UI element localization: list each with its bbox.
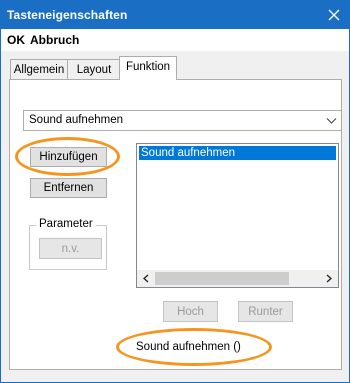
close-icon bbox=[328, 9, 340, 21]
menu-cancel[interactable]: Abbruch bbox=[30, 33, 79, 47]
function-summary: Sound aufnehmen () bbox=[136, 341, 241, 353]
menu-ok[interactable]: OK bbox=[7, 33, 25, 47]
chevron-left-icon bbox=[143, 274, 149, 283]
title-bar: Tasteneigenschaften bbox=[1, 1, 349, 29]
add-button[interactable]: Hinzufügen bbox=[30, 147, 107, 167]
close-button[interactable] bbox=[319, 1, 349, 29]
window-title: Tasteneigenschaften bbox=[7, 8, 128, 22]
list-item[interactable]: Sound aufnehmen bbox=[139, 146, 336, 160]
parameter-group-label: Parameter bbox=[36, 218, 96, 230]
function-list[interactable]: Sound aufnehmen bbox=[136, 143, 339, 288]
remove-button[interactable]: Entfernen bbox=[30, 178, 107, 198]
function-select[interactable]: Sound aufnehmen bbox=[23, 110, 342, 131]
properties-dialog: Tasteneigenschaften OK Abbruch Allgemein… bbox=[0, 0, 350, 383]
function-select-value: Sound aufnehmen bbox=[29, 114, 123, 126]
tab-funktion[interactable]: Funktion bbox=[119, 56, 177, 80]
tab-layout[interactable]: Layout bbox=[67, 59, 121, 79]
move-down-button[interactable]: Runter bbox=[238, 301, 293, 322]
chevron-down-icon bbox=[326, 118, 337, 124]
horizontal-scrollbar[interactable] bbox=[137, 270, 338, 287]
scrollbar-thumb[interactable] bbox=[155, 272, 289, 285]
menu-bar: OK Abbruch bbox=[1, 29, 349, 51]
scroll-left-button[interactable] bbox=[138, 272, 154, 285]
chevron-right-icon bbox=[326, 274, 332, 283]
tab-allgemein[interactable]: Allgemein bbox=[10, 59, 68, 79]
scroll-right-button[interactable] bbox=[321, 272, 337, 285]
move-up-button[interactable]: Hoch bbox=[163, 301, 218, 322]
parameter-button[interactable]: n.v. bbox=[39, 238, 102, 259]
